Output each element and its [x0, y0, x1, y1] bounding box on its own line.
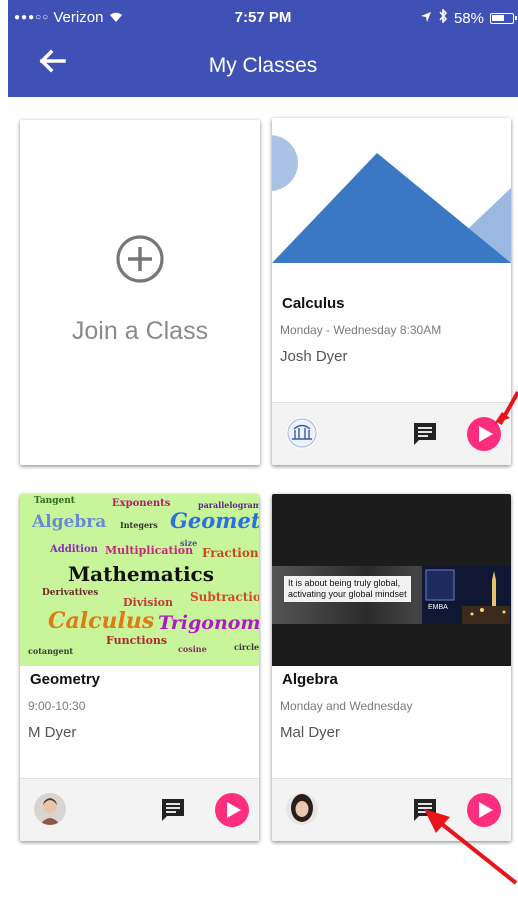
- card-footer: [272, 778, 511, 841]
- app-bar: ●●●○○ Verizon 7:57 PM 58% My Classes: [8, 0, 518, 97]
- class-name: Algebra: [282, 671, 338, 688]
- image-caption-line: activating your global mindset: [288, 589, 407, 599]
- avatar: [34, 793, 66, 825]
- image-word: Trigonometry: [158, 612, 259, 634]
- class-schedule: Monday and Wednesday: [280, 699, 413, 713]
- chat-icon[interactable]: [160, 797, 186, 823]
- class-card-algebra[interactable]: It is about being truly global, activati…: [272, 494, 511, 841]
- page-title: My Classes: [208, 54, 318, 77]
- image-caption: It is about being truly global, activati…: [284, 576, 411, 602]
- image-word: cosine: [178, 644, 207, 654]
- class-image: It is about being truly global, activati…: [272, 494, 511, 666]
- status-bar: ●●●○○ Verizon 7:57 PM 58%: [8, 0, 518, 36]
- class-schedule: Monday - Wednesday 8:30AM: [280, 323, 442, 337]
- image-word: Fractions: [202, 546, 259, 560]
- status-right: 58%: [420, 8, 517, 27]
- play-button[interactable]: [467, 417, 501, 451]
- battery-percent: 58%: [453, 9, 484, 27]
- class-image: [272, 118, 511, 290]
- class-name: Geometry: [30, 671, 101, 688]
- teacher-name: Josh Dyer: [280, 348, 348, 365]
- image-word: Mathematics: [68, 562, 214, 586]
- avatar: [286, 417, 318, 449]
- image-word: Exponents: [112, 498, 171, 509]
- chat-icon[interactable]: [412, 797, 438, 823]
- class-card-geometry[interactable]: Tangent Exponents parallelogram Algebra …: [20, 494, 259, 841]
- class-image: Tangent Exponents parallelogram Algebra …: [20, 494, 259, 666]
- city-night-graphic: [422, 566, 511, 624]
- join-class-label: Join a Class: [71, 317, 209, 345]
- play-button[interactable]: [467, 793, 501, 827]
- card-footer: [272, 402, 511, 465]
- teacher-name: M Dyer: [28, 724, 77, 741]
- chat-icon[interactable]: [412, 421, 438, 447]
- class-name: Calculus: [282, 295, 345, 312]
- emba-badge: EMBA: [428, 604, 448, 611]
- image-word: Geometry: [170, 508, 259, 533]
- image-word: Integers: [120, 520, 158, 530]
- add-circle-icon: [114, 233, 166, 290]
- image-word: Calculus: [48, 608, 155, 634]
- bluetooth-icon: [438, 8, 448, 27]
- image-word: Tangent: [34, 496, 75, 506]
- image-word: size: [180, 538, 198, 548]
- image-word: Addition: [50, 544, 98, 555]
- image-word: Derivatives: [42, 588, 99, 598]
- image-word: Subtraction: [190, 590, 259, 604]
- location-icon: [420, 10, 432, 27]
- image-word: circle: [234, 642, 259, 652]
- class-schedule: 9:00-10:30: [28, 699, 86, 713]
- image-caption-line: It is about being truly global,: [288, 578, 401, 588]
- join-class-card[interactable]: Join a Class: [20, 120, 260, 465]
- teacher-name: Mal Dyer: [280, 724, 341, 741]
- card-footer: [20, 778, 259, 841]
- battery-icon: [490, 12, 517, 24]
- class-card-calculus[interactable]: Calculus Monday - Wednesday 8:30AM Josh …: [272, 118, 511, 465]
- image-word: cotangent: [28, 646, 74, 656]
- play-button[interactable]: [215, 793, 249, 827]
- image-word: Algebra: [32, 512, 107, 532]
- avatar: [286, 793, 318, 825]
- image-word: Functions: [106, 634, 168, 647]
